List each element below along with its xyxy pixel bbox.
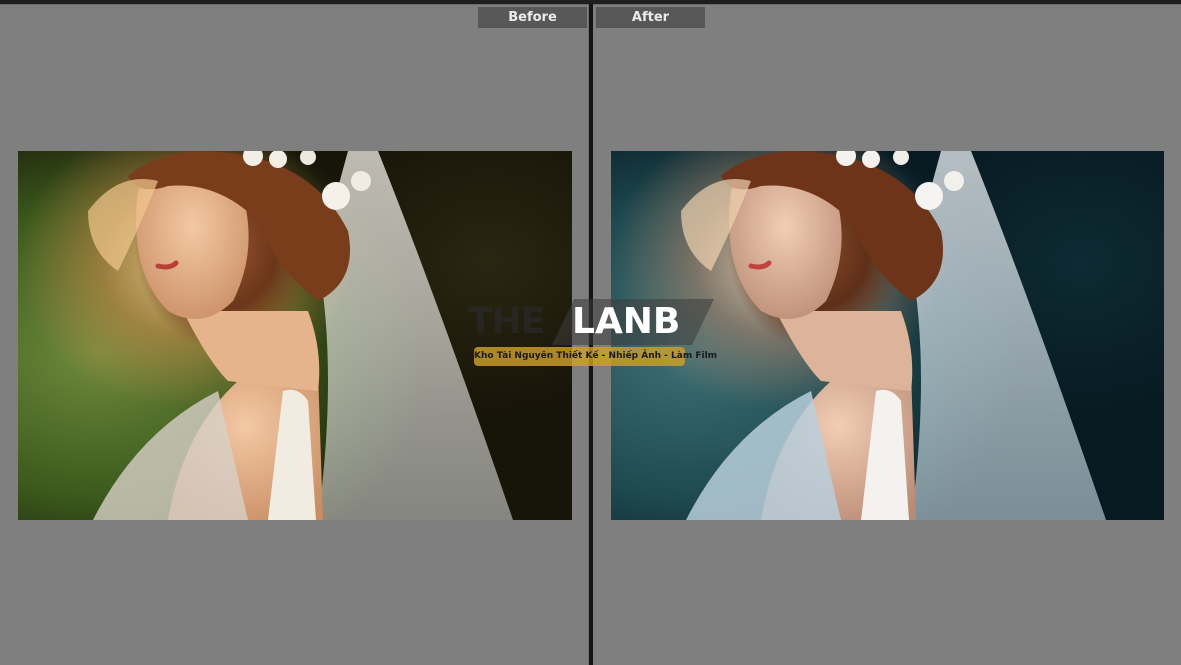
watermark: THE LANB Kho Tài Nguyên Thiết Kế - Nhiếp… (466, 297, 717, 369)
watermark-brand-dark: THE (468, 301, 545, 342)
watermark-tagline: Kho Tài Nguyên Thiết Kế - Nhiếp Ảnh - Là… (474, 347, 717, 366)
before-label: Before (478, 7, 587, 28)
watermark-brand-light: LANB (572, 301, 681, 342)
after-label: After (596, 7, 705, 28)
